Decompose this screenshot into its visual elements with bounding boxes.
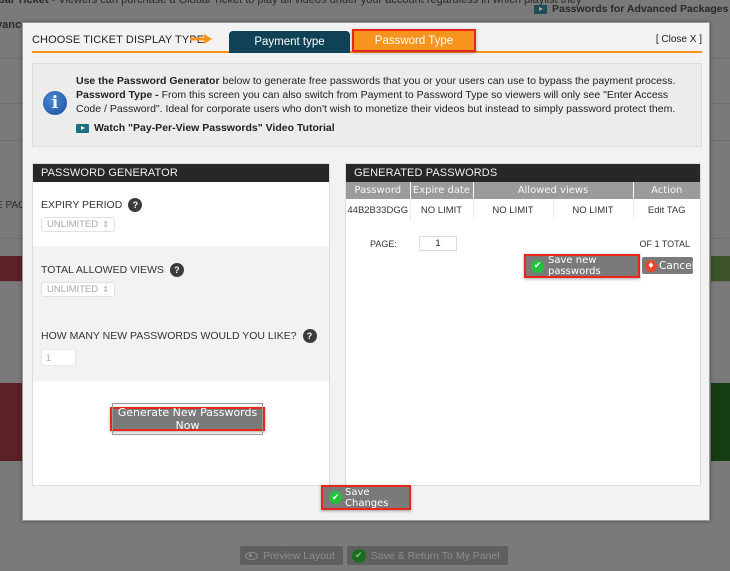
table-row: 44B2B33DGG NO LIMIT NO LIMIT NO LIMIT Ed…	[346, 199, 700, 221]
preview-layout-button[interactable]: Preview Layout	[240, 546, 343, 565]
background-row-marker	[0, 383, 22, 461]
views-cell: NO LIMIT	[473, 199, 554, 221]
help-icon[interactable]: ?	[302, 329, 317, 343]
save-new-passwords-button[interactable]: ✔ Save new passwords	[524, 254, 640, 278]
expiry-period-label: EXPIRY PERIOD ?	[41, 198, 329, 212]
ticket-display-modal: CHOOSE TICKET DISPLAY TYPE Payment type …	[22, 22, 710, 521]
background-row-marker	[711, 256, 730, 281]
help-icon[interactable]: ?	[128, 198, 143, 212]
help-icon[interactable]: ?	[169, 263, 184, 277]
background-actions: Preview Layout ✔ Save & Return To My Pan…	[240, 546, 508, 565]
generate-passwords-button[interactable]: Generate New Passwords Now	[110, 403, 265, 435]
views-cell: NO LIMIT	[553, 199, 634, 221]
preview-layout-label: Preview Layout	[263, 549, 335, 562]
password-cell: 44B2B33DGG	[346, 199, 411, 221]
cancel-label: Cancel	[659, 259, 695, 272]
page-input[interactable]: 1	[419, 236, 457, 251]
save-changes-button[interactable]: ✔ Save Changes	[321, 485, 411, 510]
save-changes-label: Save Changes	[345, 486, 389, 509]
save-and-return-button[interactable]: ✔ Save & Return To My Panel	[346, 546, 508, 565]
tab-payment-type[interactable]: Payment type	[229, 31, 350, 53]
generated-passwords-title: GENERATED PASSWORDS	[346, 164, 700, 182]
check-icon: ✔	[531, 259, 544, 273]
check-icon: ✔	[329, 491, 342, 504]
select-arrows-icon: ⇕	[102, 285, 109, 294]
total-allowed-views-label: TOTAL ALLOWED VIEWS ?	[41, 263, 329, 277]
edit-tag-link[interactable]: Edit TAG	[633, 199, 700, 221]
advanced-packages-label: Passwords for Advanced Packages	[552, 3, 729, 15]
select-arrows-icon: ⇕	[102, 220, 109, 229]
tab-password-type[interactable]: Password Type	[352, 29, 476, 52]
modal-header: CHOOSE TICKET DISPLAY TYPE Payment type …	[32, 23, 702, 53]
password-count-label: HOW MANY NEW PASSWORDS WOULD YOU LIKE? ?	[41, 329, 329, 343]
video-icon	[534, 4, 547, 14]
cancel-button[interactable]: ♦ Cancel	[642, 257, 695, 274]
cancel-icon: ♦	[645, 259, 657, 272]
background-row-marker	[0, 256, 22, 281]
save-new-passwords-label: Save new passwords	[548, 255, 601, 277]
eye-icon	[245, 551, 258, 560]
password-count-input[interactable]: 1	[41, 349, 76, 366]
video-icon	[76, 123, 89, 133]
page-total: OF 1 TOTAL	[639, 239, 690, 249]
expiry-period-select[interactable]: UNLIMITED ⇕	[41, 217, 115, 232]
page-label: PAGE:	[370, 239, 397, 249]
expire-cell: NO LIMIT	[410, 199, 474, 221]
column-header-password: Password	[346, 182, 411, 199]
password-generator-title: PASSWORD GENERATOR	[33, 164, 329, 182]
total-allowed-views-select[interactable]: UNLIMITED ⇕	[41, 282, 115, 297]
background-row-marker	[711, 383, 730, 461]
check-icon: ✔	[351, 548, 366, 563]
pagination: PAGE: 1 OF 1 TOTAL	[354, 236, 690, 252]
info-box: i Use the Password Generator below to ge…	[32, 63, 702, 147]
close-button[interactable]: [ Close X ]	[656, 34, 702, 45]
password-generator-panel: PASSWORD GENERATOR EXPIRY PERIOD ? UNLIM…	[32, 163, 330, 486]
column-header-expire-date: Expire date	[410, 182, 474, 199]
video-tutorial-label: Watch "Pay-Per-View Passwords" Video Tut…	[94, 122, 335, 134]
passwords-table: Password Expire date Allowed views Actio…	[346, 182, 700, 221]
info-text: Use the Password Generator below to gene…	[76, 74, 696, 135]
info-icon: i	[43, 91, 67, 115]
column-header-action: Action	[633, 182, 700, 199]
video-tutorial-link[interactable]: Watch "Pay-Per-View Passwords" Video Tut…	[76, 121, 696, 135]
background-description: bal Ticket - Viewers can purchase a Glob…	[0, 0, 582, 6]
views-section: TOTAL ALLOWED VIEWS ? UNLIMITED ⇕ HOW MAN…	[33, 246, 329, 381]
choose-ticket-label: CHOOSE TICKET DISPLAY TYPE	[32, 34, 205, 46]
generate-passwords-label: Generate New Passwords Now	[112, 403, 263, 435]
advanced-packages-link[interactable]: Passwords for Advanced Packages	[534, 3, 728, 15]
save-and-return-label: Save & Return To My Panel	[370, 549, 500, 562]
generated-passwords-panel: GENERATED PASSWORDS Password Expire date…	[345, 163, 701, 486]
expiry-section: EXPIRY PERIOD ? UNLIMITED ⇕	[33, 182, 329, 246]
arrow-right-icon	[190, 34, 212, 44]
column-header-allowed-views: Allowed views	[473, 182, 634, 199]
